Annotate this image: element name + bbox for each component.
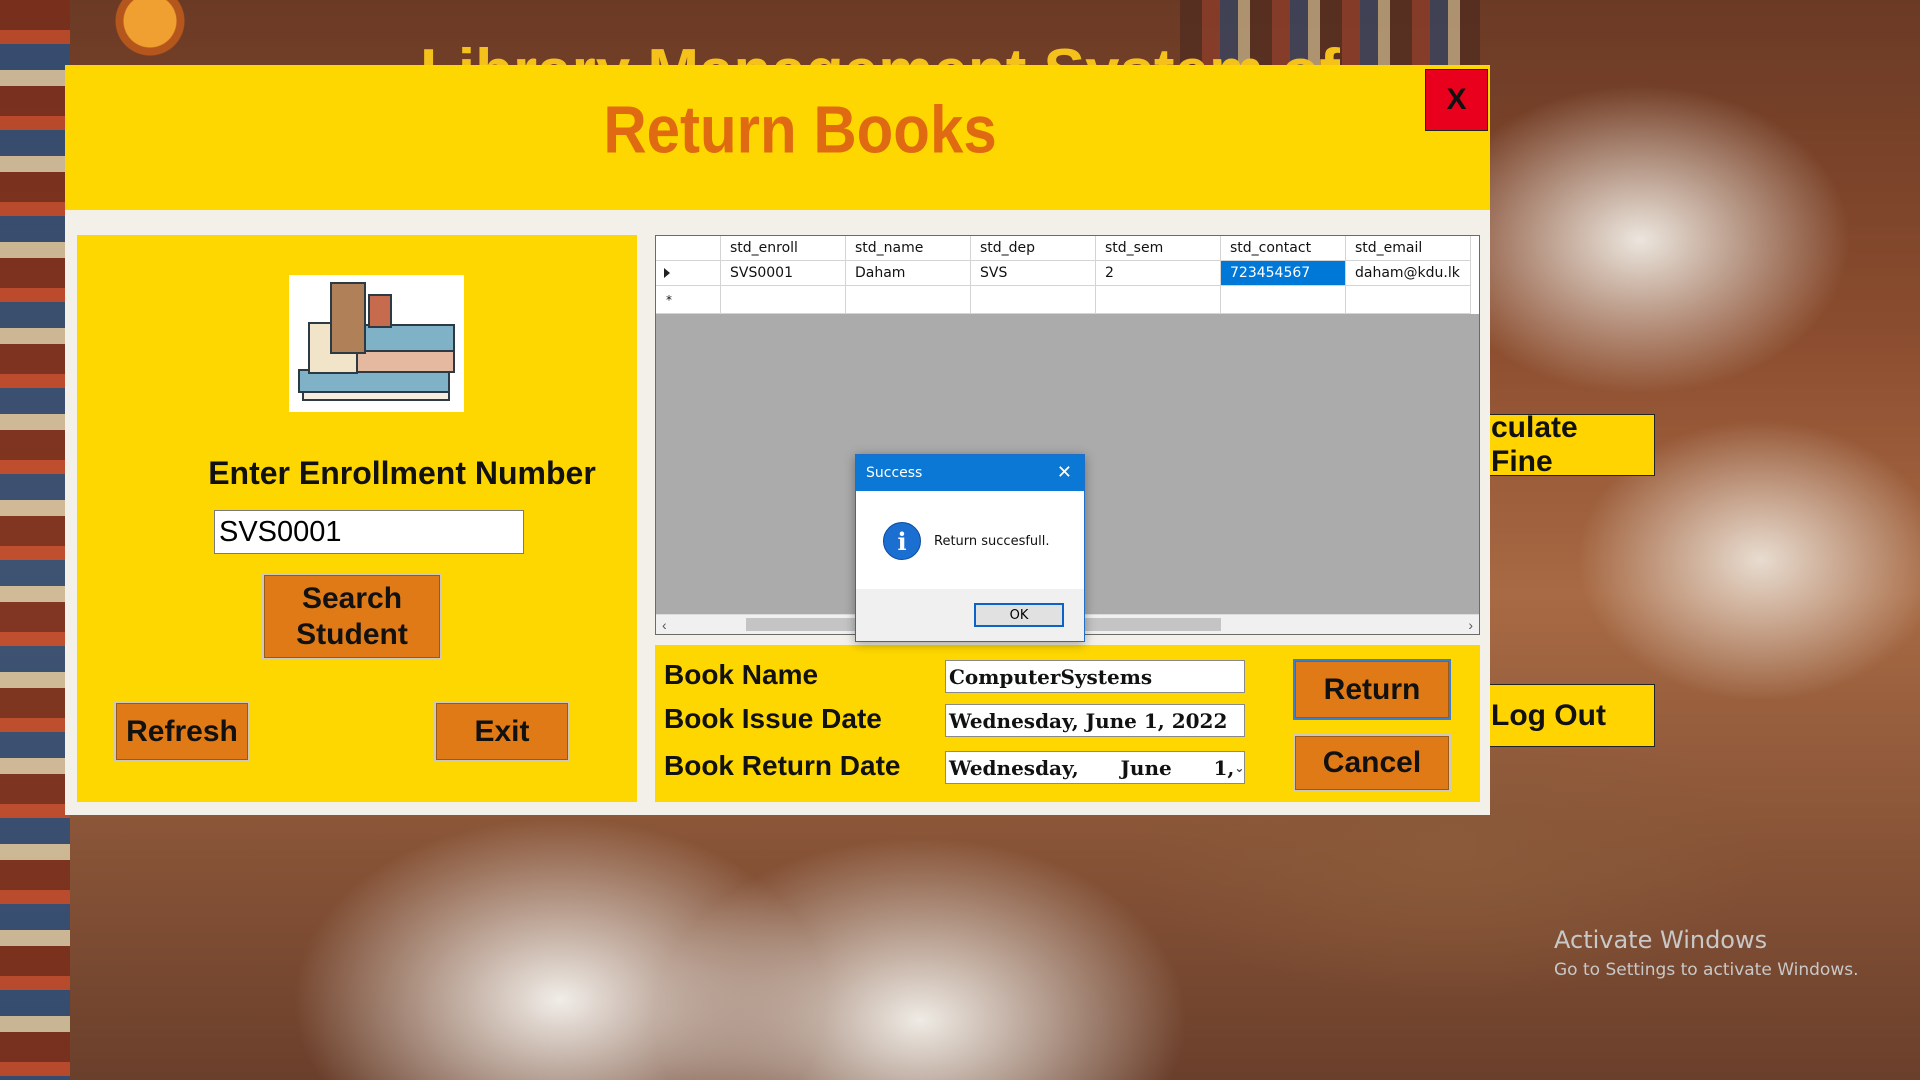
refresh-button[interactable]: Refresh [114,701,250,762]
table-cell[interactable] [846,286,971,314]
close-button[interactable]: X [1425,69,1488,131]
dialog-footer: OK [856,589,1084,641]
return-books-window: Return Books X Enter Enrollment Number S… [65,65,1490,815]
book-details-panel: Book Name ComputerSystems Book Issue Dat… [655,645,1480,802]
dialog-title: Success [866,465,923,481]
column-header[interactable]: std_contact [1221,236,1346,261]
return-button[interactable]: Return [1293,659,1451,720]
current-row-arrow-icon [664,268,670,278]
enrollment-input[interactable] [214,510,524,554]
cancel-button[interactable]: Cancel [1293,734,1451,792]
student-search-panel: Enter Enrollment Number Search Student R… [77,235,637,802]
column-header[interactable]: std_name [846,236,971,261]
watermark-line2: Go to Settings to activate Windows. [1554,960,1859,980]
book-return-date-picker[interactable]: Wednesday, June 1, ⌄ [945,751,1245,784]
row-header[interactable] [656,261,721,286]
book-issue-date-field[interactable]: Wednesday, June 1, 2022 [945,704,1245,737]
dialog-close-icon[interactable]: ✕ [1057,462,1072,483]
table-cell[interactable] [1346,286,1471,314]
chevron-down-icon[interactable]: ⌄ [1234,761,1244,775]
new-row-star-icon: * [666,292,672,307]
column-header[interactable]: std_enroll [721,236,846,261]
column-header[interactable]: std_email [1346,236,1471,261]
info-icon: i [883,522,921,560]
table-row[interactable]: SVS0001 Daham SVS 2 723454567 daham@kdu.… [656,261,1479,286]
dialog-body: i Return succesfull. [856,491,1084,591]
ok-button[interactable]: OK [974,603,1064,627]
table-cell[interactable]: Daham [846,261,971,286]
logout-button[interactable]: Log Out [1470,684,1655,747]
table-cell[interactable] [971,286,1096,314]
table-cell[interactable]: SVS [971,261,1096,286]
book-name-label: Book Name [664,659,819,690]
table-cell[interactable]: SVS0001 [721,261,846,286]
new-row[interactable]: * [656,286,1479,314]
column-header[interactable]: std_dep [971,236,1096,261]
column-header[interactable]: std_sem [1096,236,1221,261]
table-cell[interactable] [1221,286,1346,314]
success-dialog: Success ✕ i Return succesfull. OK [855,454,1085,642]
activate-windows-watermark: Activate Windows Go to Settings to activ… [1554,926,1859,980]
watermark-line1: Activate Windows [1554,926,1768,954]
return-date-value: Wednesday, June 1, [949,755,1235,780]
books-stack-icon [289,275,464,412]
grid-header: std_enroll std_name std_dep std_sem std_… [656,236,1479,261]
table-cell[interactable]: 2 [1096,261,1221,286]
row-header[interactable]: * [656,286,721,314]
book-issue-date-label: Book Issue Date [664,703,882,734]
main-form-title: Library Management System of [420,22,1480,66]
table-cell[interactable] [721,286,846,314]
row-header-corner [656,236,721,261]
search-student-button[interactable]: Search Student [262,573,442,660]
scroll-right-icon[interactable]: › [1468,617,1473,633]
table-cell-selected[interactable]: 723454567 [1221,261,1346,286]
dialog-titlebar: Success ✕ [856,455,1084,491]
table-cell[interactable] [1096,286,1221,314]
book-return-date-label: Book Return Date [664,750,901,781]
bookshelf-left [0,0,70,1080]
window-title: Return Books [603,91,997,168]
table-cell[interactable]: daham@kdu.lk [1346,261,1471,286]
enrollment-label: Enter Enrollment Number [208,455,596,491]
book-name-field[interactable]: ComputerSystems [945,660,1245,693]
calculate-fine-button[interactable]: culate Fine [1470,411,1655,478]
window-header: Return Books X [65,65,1490,210]
scroll-left-icon[interactable]: ‹ [662,617,667,633]
dialog-message: Return succesfull. [934,533,1050,549]
exit-button[interactable]: Exit [434,701,570,762]
